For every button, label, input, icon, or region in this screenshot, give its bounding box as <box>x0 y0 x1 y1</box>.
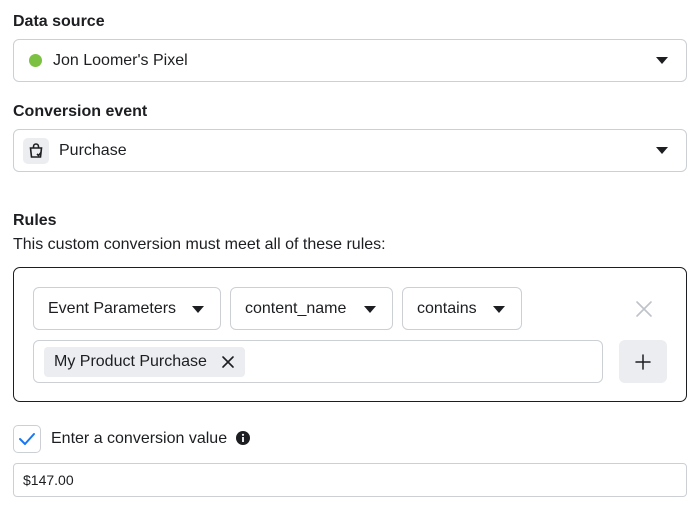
rules-box: Event Parameters content_name contains M… <box>13 267 687 402</box>
value-tag-label: My Product Purchase <box>54 353 207 370</box>
data-source-label: Data source <box>13 13 105 30</box>
rules-label: Rules <box>13 212 57 229</box>
remove-tag-icon[interactable] <box>221 355 235 369</box>
status-dot-icon <box>29 54 42 67</box>
caret-down-icon <box>192 306 204 313</box>
operator-label: contains <box>417 299 477 317</box>
conversion-event-label: Conversion event <box>13 103 148 120</box>
value-tag: My Product Purchase <box>44 347 245 377</box>
plus-icon <box>635 353 651 370</box>
info-icon[interactable] <box>236 431 250 445</box>
conversion-value-checkbox[interactable] <box>13 425 41 453</box>
conversion-event-select[interactable]: Purchase <box>13 129 687 172</box>
caret-down-icon <box>656 147 668 154</box>
event-parameters-dropdown[interactable]: Event Parameters <box>33 287 221 330</box>
remove-rule-icon[interactable] <box>633 298 655 320</box>
data-source-value: Jon Loomer's Pixel <box>53 51 188 69</box>
parameter-name-label: content_name <box>245 299 347 317</box>
event-parameters-label: Event Parameters <box>48 299 177 317</box>
conversion-event-value: Purchase <box>59 141 127 159</box>
caret-down-icon <box>493 306 505 313</box>
caret-down-icon <box>364 306 376 313</box>
parameter-name-dropdown[interactable]: content_name <box>230 287 393 330</box>
operator-dropdown[interactable]: contains <box>402 287 522 330</box>
add-rule-button[interactable] <box>619 340 667 383</box>
conversion-value-label: Enter a conversion value <box>51 430 228 447</box>
caret-down-icon <box>656 57 668 64</box>
conversion-value-input[interactable] <box>13 463 687 497</box>
rule-values-input[interactable]: My Product Purchase <box>33 340 603 383</box>
data-source-select[interactable]: Jon Loomer's Pixel <box>13 39 687 82</box>
shopping-bag-icon <box>23 137 49 164</box>
checkmark-icon <box>19 433 35 445</box>
rules-description: This custom conversion must meet all of … <box>13 236 386 253</box>
